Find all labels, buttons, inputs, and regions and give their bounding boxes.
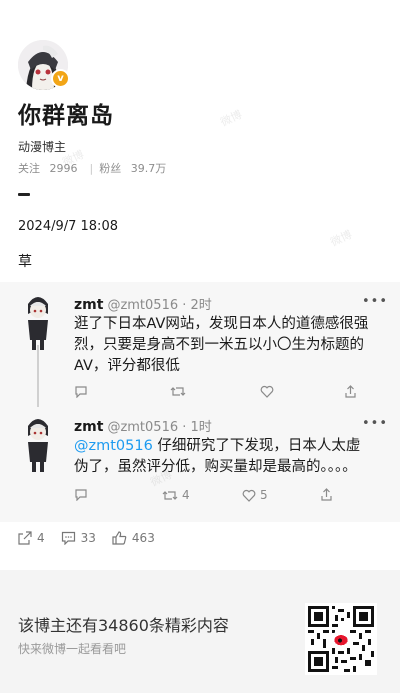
section-divider: [18, 193, 30, 196]
fans-stat[interactable]: 粉丝 39.7万: [99, 162, 172, 175]
repost-count: 4: [37, 531, 45, 545]
share-action[interactable]: [320, 488, 333, 502]
qr-code[interactable]: [305, 603, 377, 675]
retweet-action[interactable]: 4: [162, 488, 190, 502]
repost-button[interactable]: 4: [18, 531, 45, 545]
retweet-action[interactable]: [170, 385, 190, 398]
comment-icon: [61, 531, 75, 545]
tweet-header: zmt @zmt0516 · 1时: [74, 416, 212, 435]
reply-icon: [75, 386, 87, 398]
share-icon: [345, 385, 356, 398]
page-title: 你群离岛: [18, 103, 114, 129]
tweet-text: @zmt0516 仔细研究了下发现，日本人太虚伪了，虽然评分低，购买量却是最高的…: [74, 436, 374, 478]
like-action[interactable]: [260, 385, 278, 398]
fans-label: 粉丝: [99, 162, 122, 175]
tweet-author-name: zmt: [74, 419, 104, 435]
like-count: 463: [131, 531, 155, 545]
tweet-header: zmt @zmt0516 · 2时: [74, 294, 212, 313]
heart-icon: [260, 385, 274, 398]
tweet-actions: 4 5: [74, 488, 384, 504]
repost-icon: [18, 531, 32, 545]
profile-stats: 关注 2996 | 粉丝 39.7万: [18, 160, 178, 176]
tweet-handle: @zmt0516 · 2时: [107, 298, 212, 313]
like-button[interactable]: 463: [112, 531, 155, 545]
reply-action[interactable]: [74, 488, 92, 501]
share-action[interactable]: [344, 385, 357, 399]
more-dots-icon[interactable]: •••: [362, 294, 388, 309]
watermark: 微博: [218, 107, 244, 129]
tweet-text: 逛了下日本AV网站，发现日本人的道德感很强烈，只要是身高不到一米五以小〇生为标题…: [74, 316, 369, 374]
more-dots-icon[interactable]: •••: [362, 416, 388, 431]
comment-count: 33: [80, 531, 96, 545]
tweet-actions: [74, 385, 384, 401]
watermark: 微博: [328, 227, 354, 249]
follow-label: 关注: [18, 162, 40, 175]
retweet-icon: [162, 490, 178, 500]
post-date: 2024/9/7 18:08: [18, 219, 118, 234]
post-text: 草: [18, 254, 32, 270]
promo-subtitle: 快来微博一起看看吧: [18, 642, 127, 656]
thumbs-up-icon: [112, 531, 127, 545]
comment-button[interactable]: 33: [61, 531, 96, 545]
stats-divider: |: [89, 162, 94, 175]
reply-action[interactable]: [74, 385, 92, 398]
retweet-count: 4: [182, 488, 190, 502]
retweet-icon: [170, 387, 186, 396]
verified-v-icon: v: [51, 69, 70, 88]
tweet-avatar: [22, 290, 54, 352]
thread-connector: [37, 345, 39, 407]
tweet-author-name: zmt: [74, 297, 104, 313]
like-count: 5: [260, 488, 268, 502]
profile-avatar-wrap[interactable]: v: [18, 40, 70, 90]
fans-count: 39.7万: [130, 162, 167, 175]
promo-title: 该博主还有34860条精彩内容: [18, 616, 229, 635]
tweet-handle: @zmt0516 · 1时: [107, 420, 212, 435]
reply-icon: [75, 489, 87, 501]
blogger-tag: 动漫博主: [18, 140, 67, 154]
tweet-avatar: [22, 412, 54, 474]
heart-icon: [242, 489, 256, 502]
tweet-mention[interactable]: @zmt0516: [74, 438, 153, 454]
like-action[interactable]: 5: [242, 488, 268, 502]
share-icon: [321, 488, 332, 501]
post-counts: 4 33 463: [18, 531, 155, 545]
